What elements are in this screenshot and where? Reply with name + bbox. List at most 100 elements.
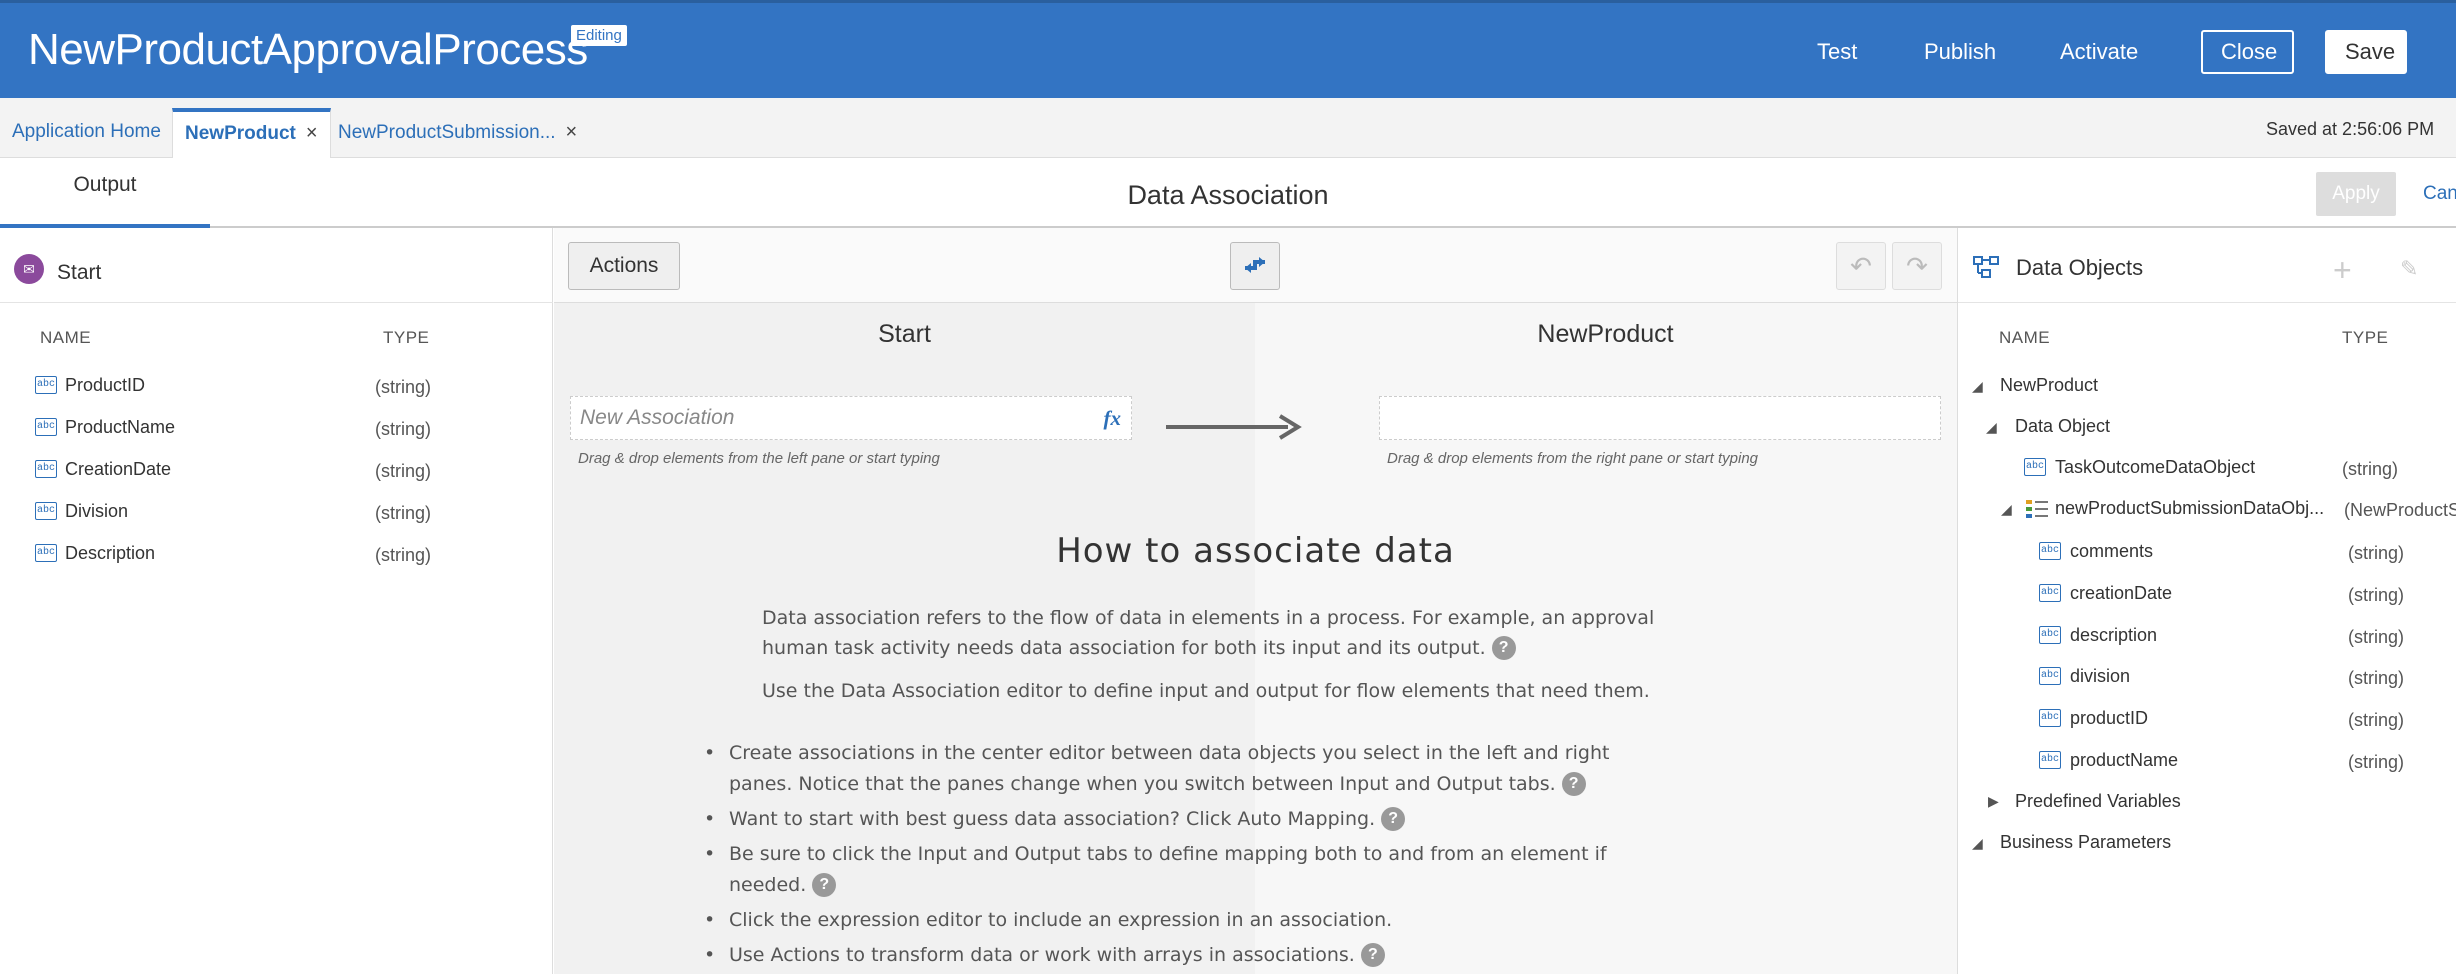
test-link[interactable]: Test — [1817, 39, 1857, 65]
source-item-type: (string) — [375, 545, 432, 565]
collapse-icon[interactable]: ◢ — [1972, 835, 1983, 852]
string-type-icon: abc — [35, 460, 57, 478]
actions-button[interactable]: Actions — [568, 242, 680, 290]
expression-editor-icon[interactable]: fx — [1104, 397, 1122, 439]
tab-label: NewProduct — [185, 123, 296, 144]
tree-node-business-parameters[interactable]: Business Parameters — [2000, 832, 2171, 853]
cancel-link[interactable]: Cancel — [2423, 183, 2456, 205]
string-type-icon: abc — [2039, 626, 2061, 644]
source-item-name[interactable]: ProductName — [65, 417, 175, 438]
help-list-item: Use Actions to transform data or work wi… — [704, 940, 1659, 971]
tree-node-attribute[interactable]: productID — [2070, 708, 2148, 729]
help-title: How to associate data — [1056, 531, 1455, 571]
target-pane: Data Objects NAME TYPE ◢ NewProduct ◢ Da… — [1957, 228, 2456, 974]
help-paragraph-text: Data association refers to the flow of d… — [762, 607, 1655, 659]
document-tabstrip: Application Home NewProduct × NewProductS… — [0, 98, 2456, 158]
undo-button[interactable]: ↶ — [1836, 242, 1886, 290]
add-icon[interactable]: + — [2333, 252, 2352, 289]
activate-link[interactable]: Activate — [2060, 39, 2138, 65]
tree-node-type: (string) — [2348, 585, 2405, 605]
publish-link[interactable]: Publish — [1924, 39, 1996, 65]
saved-status: Saved at 2:56:06 PM — [2266, 119, 2435, 139]
tree-node-data-object[interactable]: Data Object — [2015, 416, 2110, 437]
tree-node-newproduct[interactable]: NewProduct — [2000, 375, 2098, 396]
expand-icon[interactable]: ▶ — [1988, 793, 1999, 810]
editor-subheader: Output Data Association Apply Cancel — [0, 158, 2456, 228]
source-item-type: (string) — [375, 419, 432, 439]
tree-node-predefined-variables[interactable]: Predefined Variables — [2015, 791, 2181, 812]
help-item-text: Use Actions to transform data or work wi… — [729, 944, 1355, 966]
tree-node-type: (string) — [2348, 627, 2405, 647]
business-object-icon — [2026, 500, 2048, 518]
help-icon[interactable]: ? — [1381, 807, 1406, 831]
help-icon[interactable]: ? — [1561, 772, 1586, 796]
auto-map-icon — [1245, 257, 1265, 273]
target-pane-title: Data Objects — [2016, 255, 2144, 280]
new-association-input[interactable]: New Association fx — [570, 396, 1132, 440]
auto-mapping-button[interactable] — [1230, 242, 1280, 290]
source-pane: ✉ Start NAME TYPE abc ProductID (string)… — [0, 228, 553, 974]
string-type-icon: abc — [35, 418, 57, 436]
source-pane-title: Start — [57, 261, 102, 284]
tab-newproductsubmission[interactable]: NewProductSubmission... × — [326, 108, 589, 158]
collapse-icon[interactable]: ◢ — [1972, 378, 1983, 395]
editing-badge: Editing — [571, 25, 627, 46]
save-button[interactable]: Save — [2325, 30, 2407, 74]
tree-node-submission-object[interactable]: newProductSubmissionDataObj... — [2055, 498, 2345, 519]
target-association-input[interactable] — [1379, 396, 1941, 440]
tree-node-attribute[interactable]: division — [2070, 666, 2130, 687]
edit-icon[interactable]: ✎ — [2400, 256, 2418, 282]
collapse-icon[interactable]: ◢ — [1986, 419, 1997, 436]
help-item-text: Create associations in the center editor… — [729, 742, 1610, 795]
redo-button[interactable]: ↷ — [1892, 242, 1942, 290]
tab-label: Application Home — [12, 121, 161, 142]
help-paragraph: Data association refers to the flow of d… — [762, 603, 1722, 663]
string-type-icon: abc — [2039, 751, 2061, 769]
help-icon[interactable]: ? — [812, 873, 837, 897]
column-header-name: NAME — [1999, 328, 2051, 347]
association-placeholder: New Association — [580, 406, 735, 429]
help-paragraph: Use the Data Association editor to defin… — [762, 680, 1650, 702]
help-icon[interactable]: ? — [1491, 636, 1516, 660]
help-list-item: Create associations in the center editor… — [704, 738, 1659, 800]
app-header: NewProductApprovalProcess Editing Test P… — [0, 0, 2456, 98]
source-item-type: (string) — [375, 377, 432, 397]
tree-node-attribute[interactable]: comments — [2070, 541, 2153, 562]
source-item-name[interactable]: ProductID — [65, 375, 145, 396]
string-type-icon: abc — [2039, 709, 2061, 727]
apply-button[interactable]: Apply — [2316, 172, 2396, 216]
source-drop-hint: Drag & drop elements from the left pane … — [578, 450, 940, 467]
column-header-name: NAME — [40, 328, 92, 347]
close-icon[interactable]: × — [566, 121, 578, 143]
tab-application-home[interactable]: Application Home — [0, 108, 173, 158]
source-item-type: (string) — [375, 461, 432, 481]
source-item-name[interactable]: CreationDate — [65, 459, 171, 480]
close-button[interactable]: Close — [2201, 30, 2294, 74]
string-type-icon: abc — [2024, 458, 2046, 476]
help-list-item: Want to start with best guess data assoc… — [704, 804, 1659, 835]
tree-node-attribute[interactable]: description — [2070, 625, 2157, 646]
tree-node-attribute[interactable]: productName — [2070, 750, 2178, 771]
help-list: Create associations in the center editor… — [704, 738, 1659, 974]
collapse-icon[interactable]: ◢ — [2001, 501, 2012, 518]
association-arrow-icon — [1166, 414, 1302, 440]
close-icon[interactable]: × — [306, 122, 318, 144]
tab-label: NewProductSubmission... — [338, 122, 556, 143]
source-item-name[interactable]: Division — [65, 501, 128, 522]
string-type-icon: abc — [35, 544, 57, 562]
help-list-item: Be sure to click the Input and Output ta… — [704, 839, 1659, 901]
help-item-text: Be sure to click the Input and Output ta… — [729, 843, 1607, 896]
string-type-icon: abc — [2039, 584, 2061, 602]
source-item-name[interactable]: Description — [65, 543, 155, 564]
tree-node-task-outcome[interactable]: TaskOutcomeDataObject — [2055, 457, 2255, 478]
source-item-type: (string) — [375, 503, 432, 523]
help-icon[interactable]: ? — [1360, 943, 1385, 967]
column-header-type: TYPE — [2342, 328, 2389, 347]
target-column-title: NewProduct — [1537, 320, 1674, 348]
tree-node-type: (string) — [2348, 543, 2405, 563]
tab-newproduct[interactable]: NewProduct × — [172, 108, 331, 158]
source-column-title: Start — [878, 320, 931, 348]
string-type-icon: abc — [35, 376, 57, 394]
tree-node-attribute[interactable]: creationDate — [2070, 583, 2172, 604]
string-type-icon: abc — [2039, 667, 2061, 685]
